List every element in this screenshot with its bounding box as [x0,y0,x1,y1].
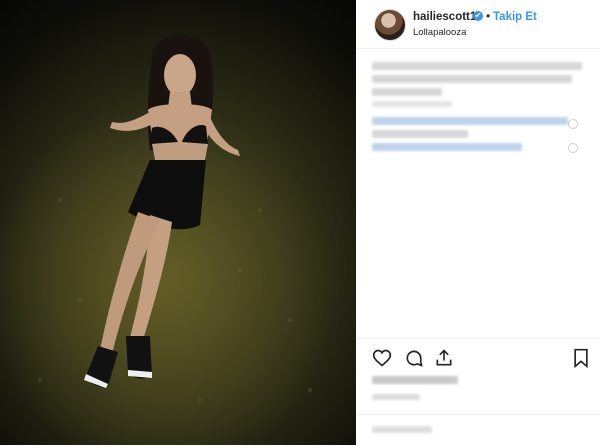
woman-figure-illustration [38,34,312,402]
caption-blurred-line [372,88,442,96]
post-header: hailiescott1 ✔ • Takip Et Lollapalooza [356,0,600,49]
likes-count-blurred[interactable] [372,376,458,384]
comment-item [372,117,586,138]
username-link[interactable]: hailiescott1 [413,11,476,23]
follow-button[interactable]: Takip Et [493,11,537,23]
comment-icon[interactable] [404,348,424,373]
comment-blurred-line [372,117,568,125]
comment-blurred-line [372,143,522,151]
bookmark-icon[interactable] [572,348,590,373]
separator-dot: • [486,9,491,23]
caption-blurred-line [372,101,452,107]
comment-like-icon[interactable] [568,119,578,129]
post-details-panel: hailiescott1 ✔ • Takip Et Lollapalooza [356,0,600,445]
caption-blurred-line [372,75,572,83]
comment-item [372,143,586,153]
comment-blurred-line [372,130,468,138]
post-date-blurred [372,394,420,400]
add-comment-bar[interactable] [356,414,600,446]
location-link[interactable]: Lollapalooza [413,27,466,38]
heart-icon[interactable] [372,348,392,373]
comment-input-blurred[interactable] [372,426,432,433]
comments-section [372,62,586,156]
comment-like-icon[interactable] [568,143,578,153]
caption-blurred-line [372,62,582,70]
post-actions-bar [356,338,600,379]
avatar[interactable] [374,9,406,41]
share-icon[interactable] [434,348,454,373]
verified-badge-icon: ✔ [473,11,483,21]
post-photo[interactable] [0,0,356,445]
